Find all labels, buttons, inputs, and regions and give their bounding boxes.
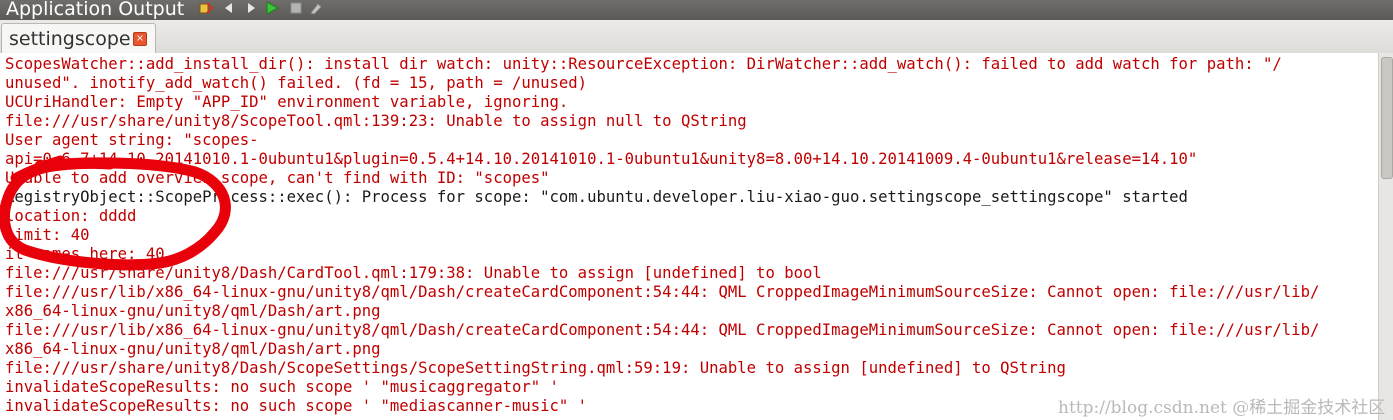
log-line: x86_64-linux-gnu/unity8/qml/Dash/art.png xyxy=(5,302,381,320)
stop-icon[interactable] xyxy=(289,1,303,15)
close-tab-icon[interactable]: × xyxy=(133,32,147,46)
clear-output-icon[interactable] xyxy=(309,1,323,15)
log-line: limit: 40 xyxy=(5,226,90,244)
next-item-icon[interactable] xyxy=(244,1,258,15)
scrollbar-thumb[interactable] xyxy=(1381,57,1393,179)
log-line: file:///usr/share/unity8/Dash/ScopeSetti… xyxy=(5,359,1066,377)
tab-settingscope[interactable]: settingscope × xyxy=(1,23,156,54)
previous-item-icon[interactable] xyxy=(222,1,236,15)
log-line: file:///usr/lib/x86_64-linux-gnu/unity8/… xyxy=(5,321,1320,339)
log-line: location: dddd xyxy=(5,207,137,225)
log-line: ScopesWatcher::add_install_dir(): instal… xyxy=(5,55,1282,73)
run-icon[interactable] xyxy=(265,1,279,15)
log-line: UCUriHandler: Empty "APP_ID" environment… xyxy=(5,93,569,111)
log-line: invalidateScopeResults: no such scope ' … xyxy=(5,378,559,396)
log-line: file:///usr/lib/x86_64-linux-gnu/unity8/… xyxy=(5,283,1320,301)
attach-debugger-icon[interactable] xyxy=(199,1,213,15)
pane-title: Application Output xyxy=(6,0,185,20)
log-line: Unable to add overview scope, can't find… xyxy=(5,169,550,187)
log-line: unused". inotify_add_watch() failed. (fd… xyxy=(5,74,588,92)
application-output-log[interactable]: ScopesWatcher::add_install_dir(): instal… xyxy=(0,53,1378,420)
log-line: file:///usr/share/unity8/Dash/CardTool.q… xyxy=(5,264,822,282)
log-line: RegistryObject::ScopeProcess::exec(): Pr… xyxy=(5,188,1188,206)
log-line: api=0.6.7+14.10.20141010.1-0ubuntu1&plug… xyxy=(5,150,1198,168)
log-line: invalidateScopeResults: no such scope ' … xyxy=(5,397,588,415)
tab-label: settingscope xyxy=(9,28,131,50)
watermark: http://blog.csdn.net @稀土掘金技术社区 xyxy=(1058,398,1386,417)
log-line: User agent string: "scopes- xyxy=(5,131,259,149)
vertical-scrollbar[interactable] xyxy=(1378,53,1393,420)
output-tab-bar: settingscope × xyxy=(0,20,1393,54)
output-pane-titlebar: Application Output xyxy=(0,0,1393,21)
log-line: x86_64-linux-gnu/unity8/qml/Dash/art.png xyxy=(5,340,381,358)
log-line: file:///usr/share/unity8/ScopeTool.qml:1… xyxy=(5,112,747,130)
log-line: it comes here: 40 xyxy=(5,245,165,263)
